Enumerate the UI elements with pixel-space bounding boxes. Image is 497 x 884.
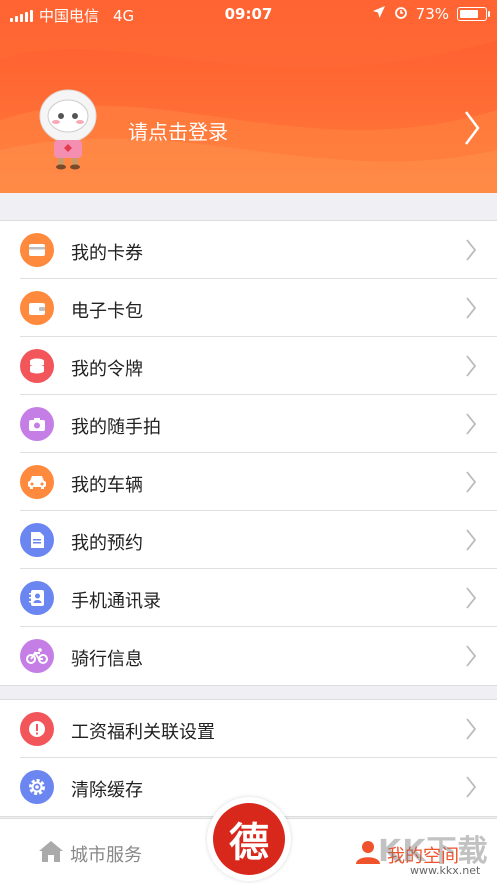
avatar — [36, 86, 100, 170]
menu-item[interactable]: 我的预约 — [0, 511, 497, 569]
menu-item[interactable]: 骑行信息 — [0, 627, 497, 685]
chevron-right-icon — [465, 296, 477, 324]
card-icon — [20, 233, 54, 267]
profile-header: 中国电信 4G 09:07 73% 请点击登录 — [0, 0, 497, 193]
tab-city-services[interactable]: 城市服务 — [38, 839, 142, 868]
tab-city-services-label: 城市服务 — [70, 844, 142, 866]
gear-icon — [20, 770, 54, 804]
menu-item[interactable]: 我的随手拍 — [0, 395, 497, 453]
center-logo: 德 — [213, 803, 285, 875]
watermark-url: www.kkx.net — [410, 864, 481, 877]
alert-icon — [20, 712, 54, 746]
battery-icon — [457, 7, 490, 21]
bicycle-icon — [20, 639, 54, 673]
chevron-right-icon[interactable] — [463, 110, 481, 150]
menu-item[interactable]: 我的车辆 — [0, 453, 497, 511]
menu-item-label: 电子卡包 — [71, 301, 143, 322]
status-bar: 中国电信 4G 09:07 73% — [0, 0, 497, 30]
chevron-right-icon — [465, 354, 477, 382]
chevron-right-icon — [465, 470, 477, 498]
login-banner[interactable]: 请点击登录 — [0, 80, 497, 180]
menu-item[interactable]: 电子卡包 — [0, 279, 497, 337]
alarm-icon — [394, 5, 408, 23]
menu-item-label: 我的车辆 — [71, 475, 143, 496]
menu-item-label: 骑行信息 — [71, 649, 143, 670]
menu-item-label: 我的卡券 — [71, 243, 143, 264]
chevron-right-icon — [465, 717, 477, 745]
camera-icon — [20, 407, 54, 441]
contacts-icon — [20, 581, 54, 615]
menu-item[interactable]: 手机通讯录 — [0, 569, 497, 627]
chevron-right-icon — [465, 528, 477, 556]
home-icon — [38, 839, 64, 868]
chevron-right-icon — [465, 775, 477, 803]
wallet-icon — [20, 291, 54, 325]
chevron-right-icon — [465, 644, 477, 672]
menu-item-label: 我的随手拍 — [71, 417, 161, 438]
menu-item-label: 清除缓存 — [71, 780, 143, 801]
chevron-right-icon — [465, 412, 477, 440]
menu-list-primary: 我的卡券电子卡包我的令牌我的随手拍我的车辆我的预约手机通讯录骑行信息 — [0, 220, 497, 686]
location-icon — [372, 5, 386, 23]
login-prompt[interactable]: 请点击登录 — [128, 116, 228, 145]
chevron-right-icon — [465, 586, 477, 614]
menu-item-label: 我的令牌 — [71, 359, 143, 380]
coin-stack-icon — [20, 349, 54, 383]
menu-item-label: 工资福利关联设置 — [71, 722, 215, 743]
menu-item[interactable]: 我的卡券 — [0, 221, 497, 279]
chevron-right-icon — [465, 238, 477, 266]
car-icon — [20, 465, 54, 499]
battery-percent: 73% — [415, 5, 449, 23]
menu-item-label: 手机通讯录 — [71, 591, 161, 612]
menu-item[interactable]: 我的令牌 — [0, 337, 497, 395]
menu-item[interactable]: 工资福利关联设置 — [0, 700, 497, 758]
center-home-button[interactable]: 德 — [207, 797, 291, 881]
document-icon — [20, 523, 54, 557]
menu-item-label: 我的预约 — [71, 533, 143, 554]
